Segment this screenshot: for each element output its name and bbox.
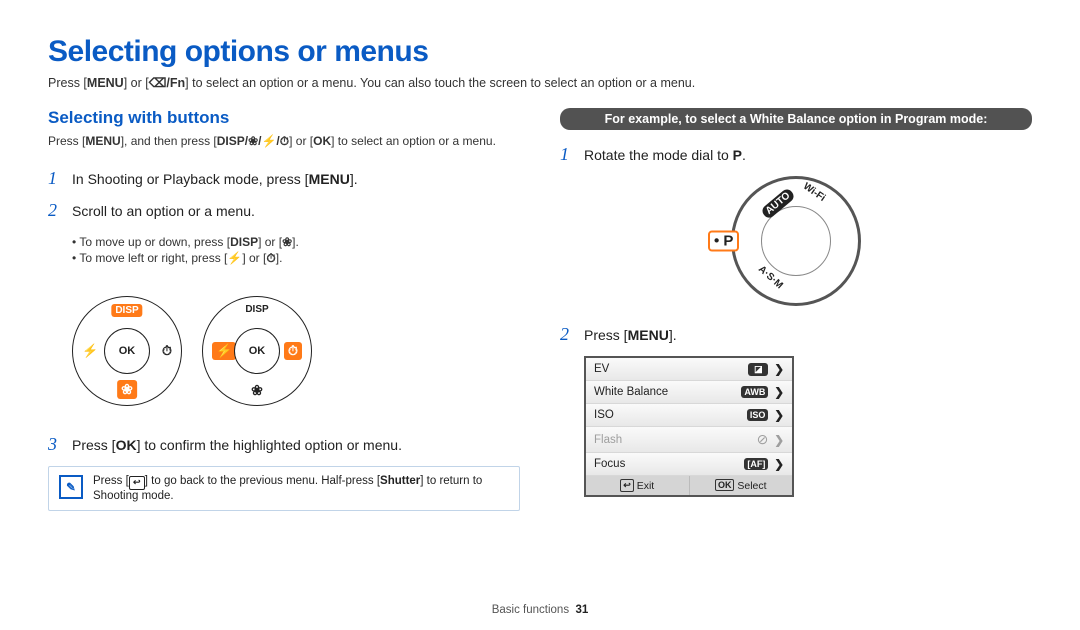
sub-bullet: To move left or right, press [⚡] or [⏱].	[72, 251, 520, 266]
mode-p-icon: P	[708, 231, 739, 252]
ok-button: OK	[104, 328, 150, 374]
step-number: 3	[48, 434, 62, 455]
iso-icon: ISO	[747, 409, 769, 421]
step-text: In Shooting or Playback mode, press [MEN…	[72, 169, 358, 190]
ok-button: OK	[234, 328, 280, 374]
fn-button-label: ⌫/Fn	[149, 75, 185, 90]
flash-off-icon: ⊘	[757, 431, 769, 448]
back-icon: ↩	[129, 476, 145, 490]
flash-icon: ⚡	[82, 343, 98, 359]
step-number: 1	[560, 144, 574, 165]
timer-icon: ⏱	[284, 342, 302, 360]
menu-button-label: MENU	[87, 76, 124, 90]
menu-row-label: White Balance	[594, 386, 668, 398]
timer-icon: ⏱	[162, 343, 172, 359]
menu-screenshot: EV ◪ ❯ White Balance AWB ❯ ISO ISO ❯ Flash …	[584, 356, 794, 497]
note-icon: ✎	[59, 475, 83, 499]
page-title: Selecting options or menus	[48, 35, 1032, 69]
right-column: For example, to select a White Balance o…	[560, 108, 1032, 511]
menu-row-label: Focus	[594, 458, 625, 470]
menu-row[interactable]: White Balance AWB ❯	[586, 381, 792, 404]
sub-intro: Press [MENU], and then press [DISP/❀/⚡/⏱…	[48, 132, 520, 150]
chevron-right-icon: ❯	[774, 385, 784, 399]
menu-row-label: ISO	[594, 409, 614, 421]
disp-icon: DISP	[245, 304, 268, 315]
mode-dial: P AUTO Wi-Fi A·S·M	[731, 176, 861, 306]
step-text: Press [MENU].	[584, 325, 677, 346]
intro-text: Press [MENU] or [⌫/Fn] to select an opti…	[48, 75, 1032, 90]
chevron-right-icon: ❯	[774, 433, 784, 447]
page-footer: Basic functions 31	[0, 604, 1080, 616]
ok-icon: OK	[715, 479, 735, 491]
disp-icon: DISP	[111, 304, 142, 317]
chevron-right-icon: ❯	[774, 362, 784, 376]
step-text: Rotate the mode dial to P.	[584, 145, 746, 166]
nav-wheel-horizontal: DISP ❀ ⚡ ⏱ OK	[202, 296, 312, 406]
step-number: 1	[48, 168, 62, 189]
menu-row[interactable]: Focus [AF] ❯	[586, 453, 792, 476]
step-number: 2	[48, 200, 62, 221]
back-icon: ↩	[620, 479, 634, 492]
subheading: Selecting with buttons	[48, 108, 520, 128]
step-text: Press [OK] to confirm the highlighted op…	[72, 435, 402, 456]
sub-bullet: To move up or down, press [DISP] or [❀].	[72, 235, 520, 249]
step-number: 2	[560, 324, 574, 345]
macro-icon: ❀	[117, 380, 137, 399]
chevron-right-icon: ❯	[774, 457, 784, 471]
menu-row-label: EV	[594, 363, 609, 375]
flash-icon: ⚡	[212, 342, 236, 360]
nav-wheel-vertical: DISP ❀ ⚡ ⏱ OK	[72, 296, 182, 406]
example-bar: For example, to select a White Balance o…	[560, 108, 1032, 130]
menu-row[interactable]: EV ◪ ❯	[586, 358, 792, 381]
ev-icon: ◪	[748, 363, 768, 376]
menu-row: Flash ⊘ ❯	[586, 427, 792, 453]
af-icon: [AF]	[744, 458, 768, 470]
left-column: Selecting with buttons Press [MENU], and…	[48, 108, 520, 511]
menu-footer-exit[interactable]: ↩ Exit	[586, 476, 690, 495]
step-text: Scroll to an option or a menu.	[72, 201, 255, 222]
menu-footer-select[interactable]: OK Select	[690, 476, 793, 495]
menu-row[interactable]: ISO ISO ❯	[586, 404, 792, 427]
macro-icon: ❀	[251, 382, 263, 399]
awb-icon: AWB	[741, 386, 768, 398]
chevron-right-icon: ❯	[774, 408, 784, 422]
menu-row-label: Flash	[594, 434, 622, 446]
note-box: ✎ Press [↩] to go back to the previous m…	[48, 466, 520, 511]
mode-wifi-label: Wi-Fi	[801, 181, 827, 204]
